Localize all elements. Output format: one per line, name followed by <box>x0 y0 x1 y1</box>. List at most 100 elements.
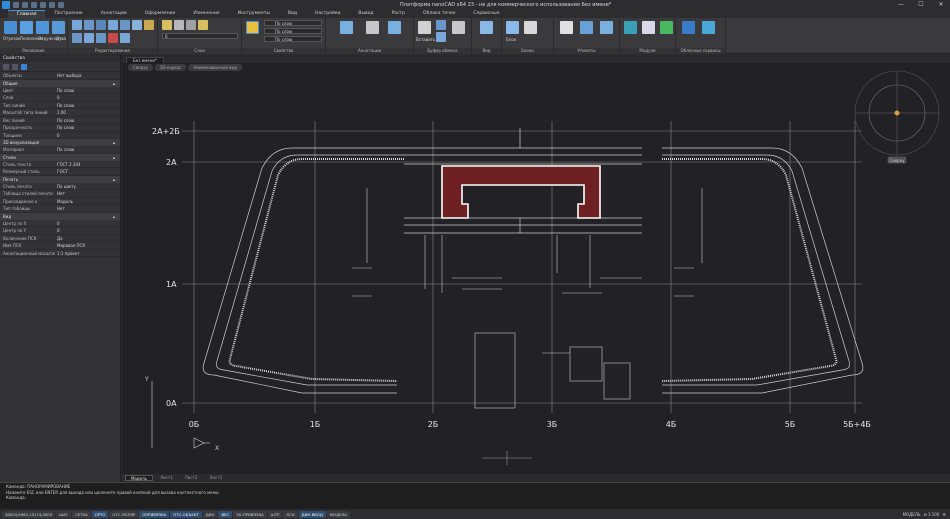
explode-icon[interactable] <box>120 33 130 43</box>
measure-icon[interactable] <box>560 21 573 34</box>
tab-build[interactable]: Построение <box>45 10 91 18</box>
property-value[interactable]: 1.00 <box>55 109 120 116</box>
property-value[interactable]: Да <box>55 235 120 242</box>
view-direction-control[interactable]: Сверху <box>128 64 153 71</box>
undo-icon[interactable] <box>49 2 55 8</box>
close-button[interactable]: ✕ <box>934 0 948 9</box>
quick-select-icon[interactable] <box>600 21 613 34</box>
mirror-icon[interactable] <box>108 20 118 30</box>
properties-section-header[interactable]: Общие ▴ <box>0 79 120 87</box>
tab-design[interactable]: Оформление <box>136 10 185 18</box>
move-icon[interactable] <box>72 20 82 30</box>
tab-output[interactable]: Вывод <box>349 10 382 18</box>
tab-sheet-3[interactable]: Лист3 <box>204 475 227 481</box>
text-icon[interactable] <box>366 21 379 34</box>
print-icon[interactable] <box>40 2 46 8</box>
tab-home[interactable]: Главная <box>8 10 46 18</box>
properties-section-header[interactable]: Вид ▴ <box>0 212 120 220</box>
tab-view[interactable]: Вид <box>279 10 306 18</box>
visual-style-control[interactable]: 2D-каркас <box>154 64 187 71</box>
tab-point-clouds[interactable]: Облака точек <box>414 10 464 18</box>
drawing-canvas[interactable]: 2А+2Б 2А 1А 0А 0Б 1Б 2Б 3Б 4Б 5Б 5Б+4Б Y… <box>122 63 950 474</box>
status-toggle-button[interactable]: ШТР <box>267 510 283 518</box>
tab-model[interactable]: Модель <box>125 475 154 481</box>
collapse-chevron-icon[interactable]: ▴ <box>113 139 115 146</box>
status-toggle-button[interactable]: ОРТО <box>91 510 109 518</box>
cloud-share-icon[interactable] <box>702 21 715 34</box>
property-value[interactable]: ГОСТ <box>55 168 120 175</box>
copy-clip-icon[interactable] <box>436 32 446 42</box>
layer-off-icon[interactable] <box>198 20 208 30</box>
scale-icon[interactable] <box>144 20 154 30</box>
property-value[interactable]: По слою <box>55 124 120 131</box>
tab-raster[interactable]: Растр <box>383 10 414 18</box>
selected-red-object[interactable] <box>441 165 601 219</box>
coordinates-readout[interactable]: 38004,6963,15174,0000 <box>2 510 56 518</box>
module-3-icon[interactable] <box>660 21 673 34</box>
property-value[interactable]: 0 <box>55 227 120 234</box>
save-icon[interactable] <box>31 2 37 8</box>
select-objects-icon[interactable] <box>12 63 18 70</box>
arc-tool-icon[interactable] <box>52 21 65 34</box>
line-tool-label[interactable]: Отрезок <box>3 36 20 41</box>
quick-select-icon[interactable] <box>21 63 27 70</box>
layer-dropdown[interactable]: 0 <box>162 33 238 39</box>
viewcube-center-icon[interactable] <box>894 110 900 116</box>
status-toggle-button[interactable]: ВЕС <box>218 510 233 518</box>
cloud-service-icon[interactable] <box>682 21 695 34</box>
command-line[interactable]: Команда: ПАНОРАМИРОВАНИЕ Нажмите ESC или… <box>0 482 950 509</box>
line-tool-icon[interactable] <box>4 21 17 34</box>
status-toggle-button[interactable]: 3D-ПРИВЯЗКА <box>233 510 267 518</box>
status-toggle-button[interactable]: ОТС-ПОЛЯР <box>109 510 139 518</box>
dimension-icon[interactable] <box>340 21 353 34</box>
app-logo-icon[interactable] <box>2 1 10 9</box>
tab-sheet-2[interactable]: Лист2 <box>180 475 203 481</box>
offset-icon[interactable] <box>96 33 106 43</box>
model-space-indicator[interactable]: МОДЕЛЬ <box>903 512 921 517</box>
lineweight-dropdown[interactable]: По слою <box>264 36 322 42</box>
maximize-button[interactable]: ☐ <box>914 0 928 9</box>
selection-value[interactable]: Нет выбора <box>55 72 120 79</box>
erase-icon[interactable] <box>108 33 118 43</box>
properties-section-header[interactable]: Печать ▴ <box>0 175 120 183</box>
block-create-icon[interactable] <box>524 21 537 34</box>
copy-icon[interactable] <box>72 33 82 43</box>
property-value[interactable]: Нет <box>55 205 120 212</box>
block-label[interactable]: Блок <box>506 37 516 42</box>
status-toggle-button[interactable]: СЕТКА <box>72 510 91 518</box>
named-view-control[interactable]: Неименованный вид <box>188 64 242 71</box>
property-value[interactable]: По цвету <box>55 183 120 190</box>
status-toggle-button[interactable]: ОПРИВЯЗКА <box>139 510 170 518</box>
property-value[interactable]: 0 <box>55 94 120 101</box>
circle-tool-icon[interactable] <box>36 21 49 34</box>
tab-services[interactable]: Сервисные <box>464 10 508 18</box>
collapse-chevron-icon[interactable]: ▴ <box>113 213 115 220</box>
property-value[interactable]: По слою <box>55 102 120 109</box>
tab-modify[interactable]: Изменение <box>184 10 228 18</box>
tab-annotations[interactable]: Аннотации <box>92 10 136 18</box>
status-toggle-button[interactable]: ПСК <box>283 510 298 518</box>
filter-icon[interactable] <box>3 63 9 70</box>
status-toggle-button[interactable]: ШАГ <box>56 510 72 518</box>
tab-sheet-1[interactable]: Лист1 <box>155 475 178 481</box>
trim-icon[interactable] <box>96 20 106 30</box>
properties-section-header[interactable]: Стили ▴ <box>0 153 120 161</box>
new-file-icon[interactable] <box>13 2 19 8</box>
property-value[interactable]: Нет <box>55 190 120 197</box>
layer-properties-icon[interactable] <box>162 20 172 30</box>
open-file-icon[interactable] <box>22 2 28 8</box>
linetype-dropdown[interactable]: По слою <box>264 28 322 34</box>
arc-tool-label[interactable]: Дуга <box>56 36 66 41</box>
layer-freeze-icon[interactable] <box>186 20 196 30</box>
array-icon[interactable] <box>132 20 142 30</box>
property-value[interactable]: Модель <box>55 198 120 205</box>
viewcube[interactable] <box>854 70 940 164</box>
paste-icon[interactable] <box>418 21 431 34</box>
module-2-icon[interactable] <box>642 21 655 34</box>
fillet-icon[interactable] <box>120 20 130 30</box>
color-dropdown[interactable]: По слою <box>264 20 322 26</box>
status-toggle-button[interactable]: МОДЕЛЬ <box>326 510 350 518</box>
annotation-scale[interactable]: м 1:100 <box>924 512 940 517</box>
property-value[interactable]: 0 <box>55 220 120 227</box>
property-value[interactable]: 1:1 проект <box>55 250 120 257</box>
